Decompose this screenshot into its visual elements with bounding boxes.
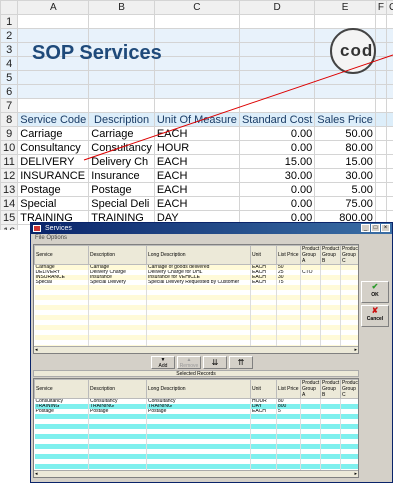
dialog-titlebar[interactable]: Services _ □ × <box>31 223 392 234</box>
grid-column-header[interactable]: Service <box>34 379 89 399</box>
grid-column-header[interactable]: Product Group A <box>300 245 321 265</box>
double-up-icon: ⇈ <box>237 358 245 367</box>
grid-column-header[interactable]: Description <box>88 245 147 265</box>
available-services-grid[interactable]: Service Description Long Description Unit Li… <box>33 244 359 354</box>
grid-column-header[interactable]: Product Group C <box>340 245 358 265</box>
grid-column-header[interactable]: Product Group A <box>300 379 321 399</box>
remove-label: Remove <box>179 362 199 369</box>
add-button[interactable]: ▼ Add <box>151 356 175 369</box>
grid-column-header[interactable]: Unit <box>250 379 277 399</box>
grid-column-header[interactable]: Long Description <box>146 379 251 399</box>
dialog-title: Services <box>45 225 72 232</box>
add-all-button[interactable]: ⇊ <box>203 356 227 369</box>
grid-column-header[interactable]: List Price <box>276 245 301 265</box>
grid-column-header[interactable]: Service <box>34 245 89 265</box>
grid-column-header[interactable]: Description <box>88 379 147 399</box>
app-icon <box>33 225 41 232</box>
bottom-horizontal-scrollbar[interactable]: ◂ ▸ <box>34 470 358 477</box>
scroll-left-icon[interactable]: ◂ <box>35 347 38 353</box>
connector-line <box>83 54 393 161</box>
scroll-left-icon[interactable]: ◂ <box>35 471 38 477</box>
maximize-icon[interactable]: □ <box>371 224 380 232</box>
top-horizontal-scrollbar[interactable]: ◂ ▸ <box>34 346 358 353</box>
top-grid-header: Service Description Long Description Unit Li… <box>34 245 358 265</box>
dialog-menubar[interactable]: File Options <box>31 234 392 242</box>
window-buttons: _ □ × <box>361 224 390 232</box>
ok-label: OK <box>371 292 379 298</box>
add-label: Add <box>158 362 168 369</box>
remove-all-button[interactable]: ⇈ <box>229 356 253 369</box>
close-icon[interactable]: × <box>381 224 390 232</box>
selected-records-header: Selected Records <box>33 370 359 377</box>
remove-button[interactable]: ▲ Remove <box>177 356 201 369</box>
bottom-grid-header: Service Description Long Description Unit Li… <box>34 379 358 399</box>
ok-button[interactable]: ✔ OK <box>361 281 389 303</box>
selected-services-grid[interactable]: Service Description Long Description Unit Li… <box>33 378 359 478</box>
red-connector-line <box>83 54 393 161</box>
grid-column-header[interactable]: Product Group B <box>320 379 341 399</box>
minimize-icon[interactable]: _ <box>361 224 370 232</box>
grid-column-header[interactable]: Unit <box>250 245 277 265</box>
services-dialog: Services _ □ × File Options Service Descr… <box>30 222 393 483</box>
checkmark-icon: ✔ <box>371 282 379 291</box>
cross-icon: ✘ <box>371 306 379 315</box>
grid-column-header[interactable]: List Price <box>276 379 301 399</box>
grid-column-header[interactable]: Product Group C <box>340 379 358 399</box>
cancel-label: Cancel <box>366 316 384 322</box>
scroll-right-icon[interactable]: ▸ <box>354 471 357 477</box>
double-down-icon: ⇊ <box>211 358 219 367</box>
cancel-button[interactable]: ✘ Cancel <box>361 305 389 327</box>
grid-column-header[interactable]: Long Description <box>146 245 251 265</box>
grid-column-header[interactable]: Product Group B <box>320 245 341 265</box>
scroll-right-icon[interactable]: ▸ <box>354 347 357 353</box>
spreadsheet: A B C D E F G 12345678Service CodeDescri… <box>0 0 393 230</box>
grid-cell: Special Delivery Requested by Customer <box>146 280 251 285</box>
